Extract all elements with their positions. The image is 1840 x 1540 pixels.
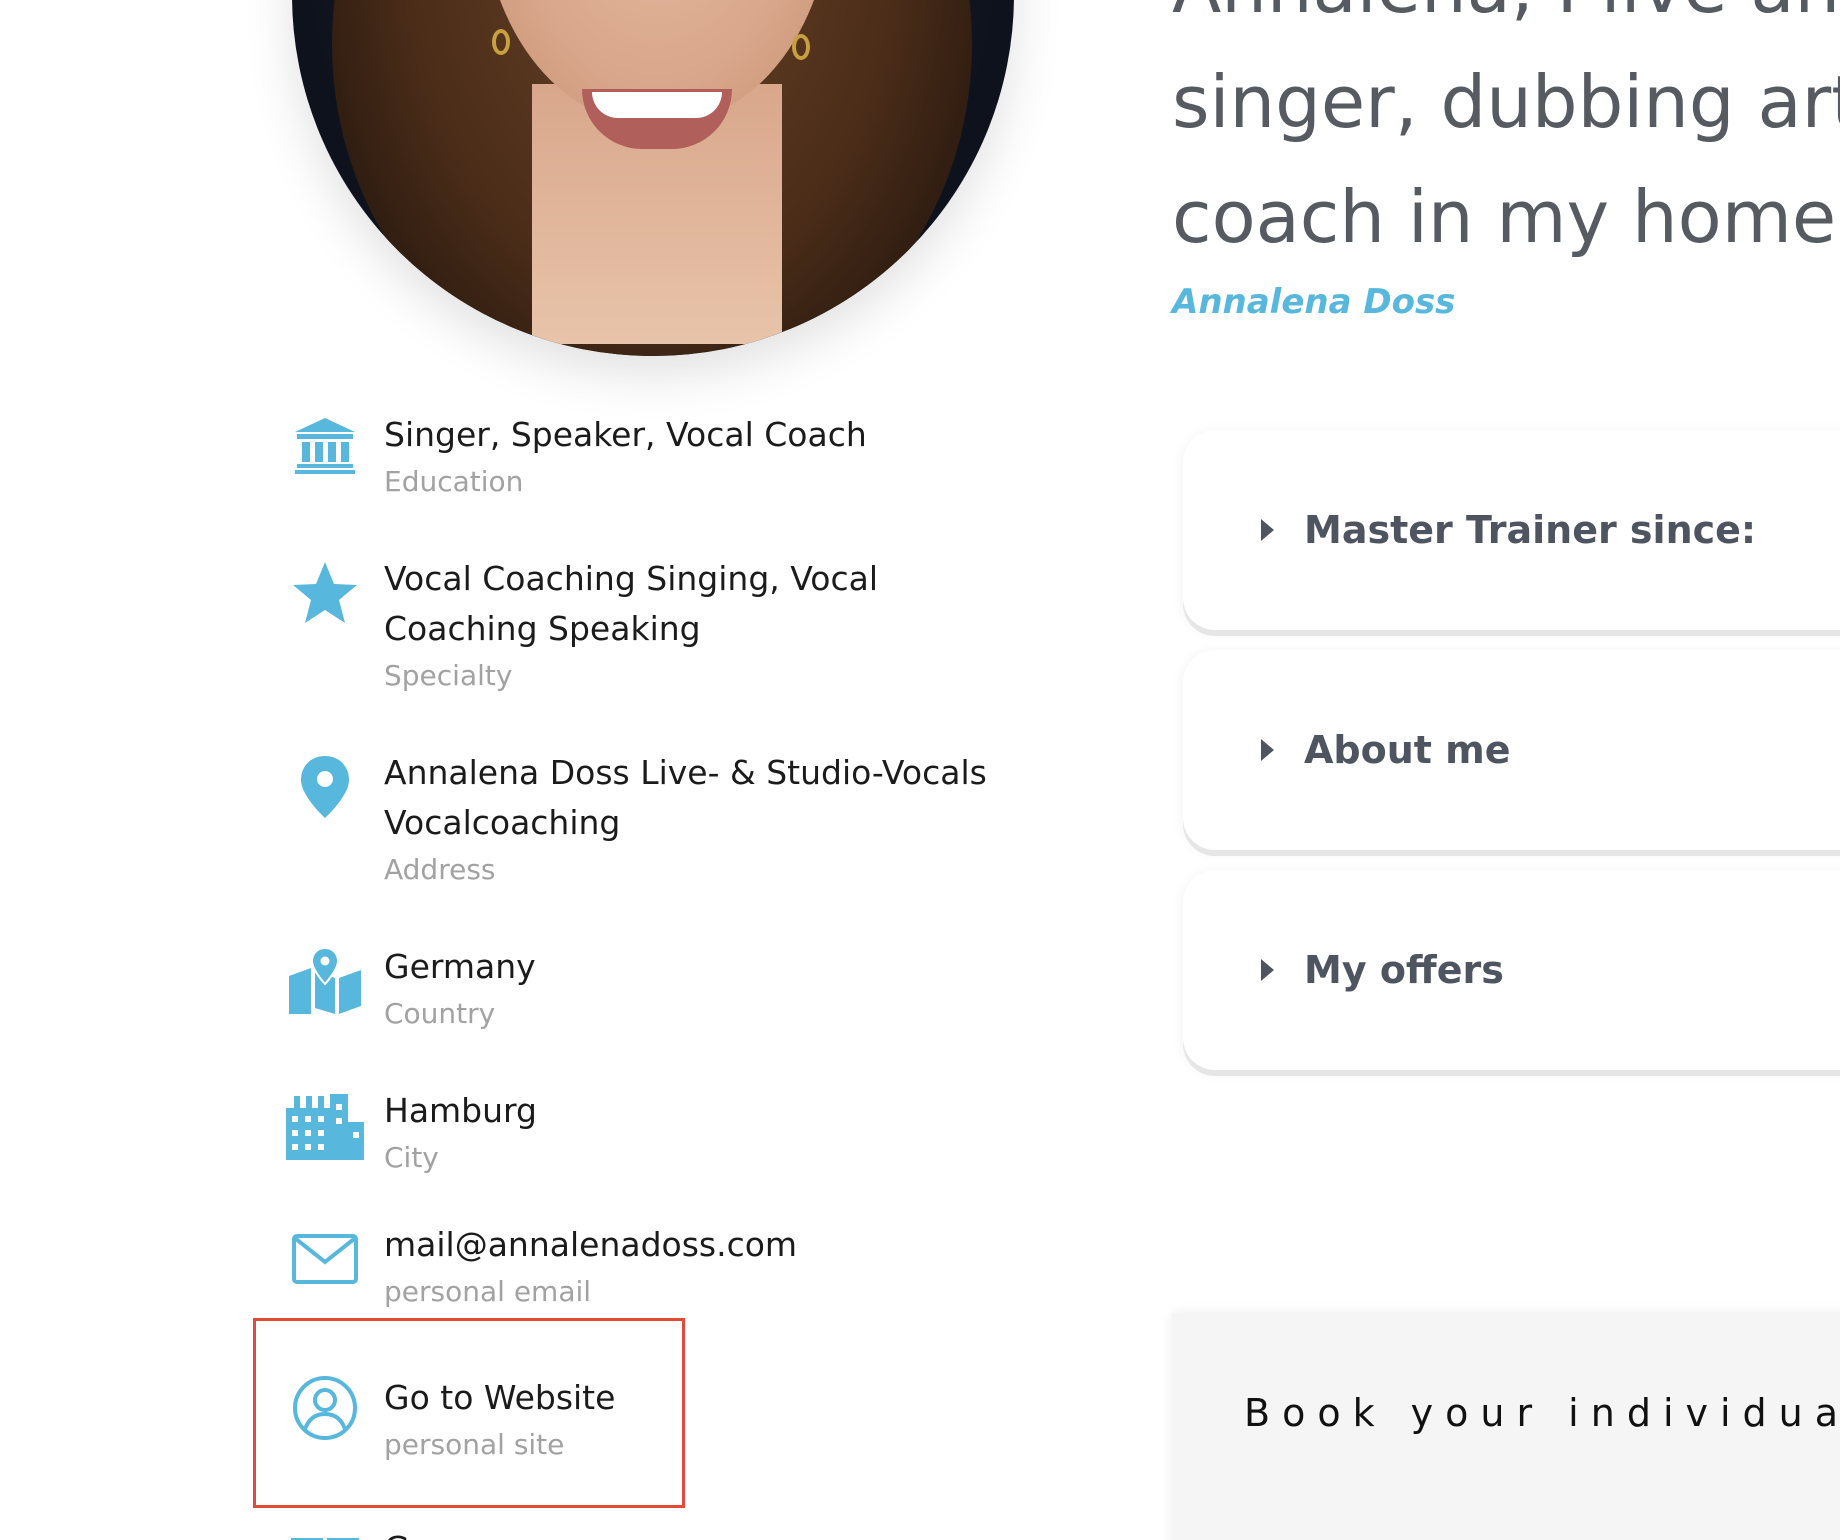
info-item-education: Singer, Speaker, Vocal Coach Education [280, 410, 1024, 504]
envelope-icon [292, 1234, 358, 1284]
info-item-specialty: Vocal Coaching Singing, Vocal Coaching S… [280, 554, 1024, 698]
info-item-email[interactable]: mail@annalenadoss.com personal email [280, 1220, 1024, 1314]
city-icon [286, 1094, 364, 1160]
author-name: Annalena Doss [1172, 282, 1456, 322]
booking-panel: Book your individual L [1172, 1313, 1840, 1540]
accordion-title: About me [1304, 728, 1511, 772]
accordion-about-me[interactable]: About me [1183, 650, 1840, 850]
website-highlight-box [253, 1318, 685, 1508]
info-label: Education [384, 465, 524, 498]
info-item-country: Germany Country [280, 942, 1024, 1036]
star-icon [293, 562, 357, 623]
info-label: Country [384, 997, 496, 1030]
location-pin-icon [301, 756, 349, 818]
accordion-my-offers[interactable]: My offers [1183, 870, 1840, 1070]
info-label: personal email [384, 1275, 592, 1308]
caret-right-icon [1261, 739, 1274, 761]
caret-right-icon [1261, 959, 1274, 981]
info-label: City [384, 1141, 439, 1174]
accordion-master-trainer[interactable]: Master Trainer since: [1183, 430, 1840, 630]
caret-right-icon [1261, 519, 1274, 541]
info-value: Hamburg [384, 1091, 537, 1130]
info-value: Annalena Doss Live- & Studio-Vocals Voca… [384, 753, 987, 842]
headline-line-3: coach in my home [1172, 175, 1837, 259]
accordion-title: Master Trainer since: [1304, 508, 1757, 552]
info-label: Specialty [384, 659, 513, 692]
photo-teeth [592, 92, 722, 118]
info-value: Vocal Coaching Singing, Vocal Coaching S… [384, 559, 878, 648]
info-value: German [384, 1524, 1024, 1540]
headline-line-2: singer, dubbing art [1172, 60, 1840, 144]
intro-headline: Annalena, I live an singer, dubbing art … [1172, 0, 1840, 275]
info-item-address: Annalena Doss Live- & Studio-Vocals Voca… [280, 748, 1024, 892]
map-icon [289, 948, 361, 1014]
info-label: Address [384, 853, 496, 886]
bank-icon [295, 418, 355, 474]
email-link[interactable]: mail@annalenadoss.com [384, 1220, 1024, 1270]
info-value: Singer, Speaker, Vocal Coach [384, 415, 867, 454]
info-item-language: German [280, 1524, 1024, 1540]
info-item-city: Hamburg City [280, 1086, 1024, 1180]
accordion-title: My offers [1304, 948, 1504, 992]
headline-line-1: Annalena, I live an [1172, 0, 1840, 45]
booking-heading: Book your individual L [1244, 1391, 1840, 1435]
info-value: Germany [384, 947, 536, 986]
photo-earring-right [792, 34, 810, 60]
profile-photo [292, 0, 1014, 356]
photo-earring-left [492, 29, 510, 55]
